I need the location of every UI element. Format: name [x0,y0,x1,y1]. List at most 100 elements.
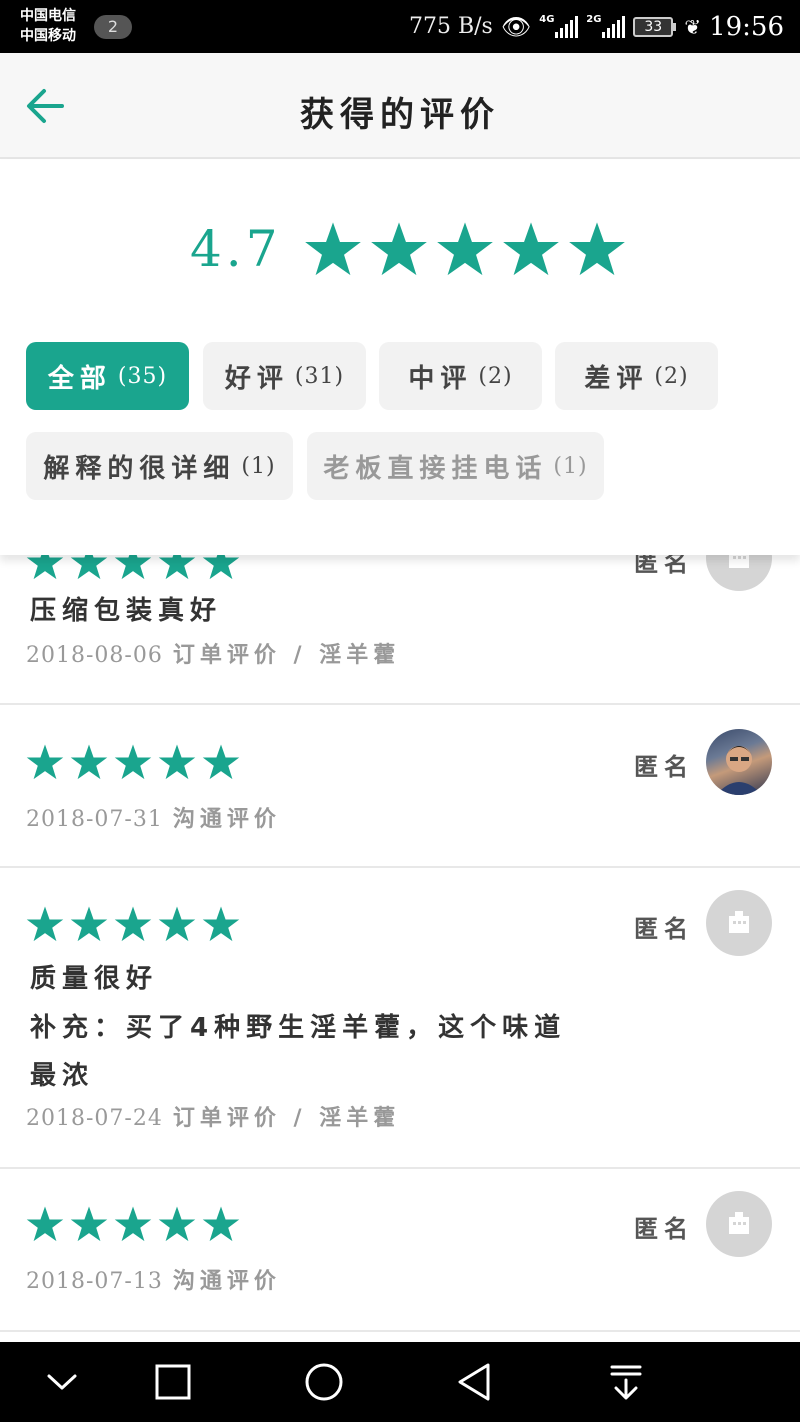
notification-badge: 2 [94,15,132,39]
app-bar: 获得的评价 [0,53,800,159]
star-icon [202,744,240,780]
chip-count: (1) [553,453,588,479]
filter-chip-positive[interactable]: 好评 (31) [203,342,366,410]
reviewer-name: 匿名 [634,915,694,943]
star-icon [202,555,240,580]
chip-label: 解释的很详细 [43,453,236,484]
nav-recent-icon[interactable] [151,1360,195,1404]
avatar-placeholder-icon[interactable] [706,890,772,956]
star-icon [70,906,108,942]
review-stars [26,743,240,781]
chip-label: 好评 [224,363,289,394]
star-icon [158,906,196,942]
review-meta: 2018-07-24 订单评价 / 淫羊藿 [26,1100,400,1132]
signal-2-icon: 2G [586,13,626,38]
review-comment: 压缩包装真好 [30,596,223,626]
rating-stars [304,220,626,278]
filter-chip-all[interactable]: 全部 (35) [26,342,189,410]
review-date: 2018-08-06 [26,643,163,668]
battery-icon: 33 [633,16,677,37]
star-icon [70,555,108,580]
star-icon [202,1206,240,1242]
review-list[interactable]: 匿名 压缩包装真好 2018-08-06 订单评价 / 淫羊藿 匿名 2018-0… [0,555,800,1340]
chip-count: (31) [294,363,345,389]
signal-1-tag: 4G [539,13,555,25]
signal-2-tag: 2G [586,13,602,25]
carrier-info: 中国电信 中国移动 [20,6,76,46]
star-icon [26,906,64,942]
filter-chip-negative[interactable]: 差评 (2) [555,342,718,410]
carrier-1: 中国电信 [20,8,76,24]
leaf-icon: ❦ [684,14,702,39]
review-type: 沟通评价 [172,807,281,832]
chip-count: (35) [117,363,168,389]
review-supplement: 补充：买了4种野生淫羊藿，这个味道最浓 [30,1013,567,1091]
nav-back-icon[interactable] [453,1360,497,1404]
clock: 19:56 [709,11,784,42]
star-icon [114,906,152,942]
eye-comfort-icon: 👁 [500,12,532,41]
star-icon [26,555,64,580]
status-right: 775 B/s 👁 4G 2G 33 ❦ 19:56 [409,0,784,53]
avatar-placeholder-icon[interactable] [706,1191,772,1257]
review-item[interactable]: 匿名 压缩包装真好 2018-08-06 订单评价 / 淫羊藿 [0,555,800,705]
star-icon [114,555,152,580]
chip-count: (1) [241,453,276,479]
review-date: 2018-07-31 [26,807,163,832]
signal-1-icon: 4G [539,13,579,38]
review-type: 订单评价 / 淫羊藿 [172,1106,401,1131]
review-item[interactable]: 匿名 质量很好 补充：买了4种野生淫羊藿，这个味道最浓 2018-07-24 订单… [0,868,800,1169]
star-icon [70,744,108,780]
star-icon [158,1206,196,1242]
reviewer-name: 匿名 [634,753,694,781]
review-item[interactable]: 匿名 2018-07-31 沟通评价 [0,705,800,868]
review-meta: 2018-08-06 订单评价 / 淫羊藿 [26,637,400,669]
star-icon [114,1206,152,1242]
star-icon [158,555,196,580]
status-bar: 中国电信 中国移动 2 775 B/s 👁 4G 2G 33 ❦ 19:56 [0,0,800,53]
star-icon [370,222,427,276]
carrier-2: 中国移动 [20,28,76,44]
star-icon [304,222,361,276]
chip-label: 老板直接挂电话 [323,453,548,484]
filter-chip-neutral[interactable]: 中评 (2) [379,342,542,410]
star-icon [26,744,64,780]
nav-home-icon[interactable] [302,1360,346,1404]
star-icon [158,744,196,780]
star-icon [70,1206,108,1242]
rating-score: 4.7 [190,220,282,278]
chip-label: 中评 [408,363,473,394]
page-title: 获得的评价 [300,95,500,135]
star-icon [502,222,559,276]
filter-chip-detailed-explanation[interactable]: 解释的很详细 (1) [26,432,293,500]
chip-count: (2) [478,363,513,389]
review-type: 订单评价 / 淫羊藿 [172,643,401,668]
filter-chip-hung-up[interactable]: 老板直接挂电话 (1) [307,432,604,500]
review-stars [26,1205,240,1243]
net-speed: 775 B/s [408,14,493,39]
chip-label: 全部 [47,363,112,394]
avatar-placeholder-icon[interactable] [706,555,772,591]
star-icon [568,222,625,276]
star-icon [436,222,493,276]
system-nav-bar [0,1342,800,1422]
review-type: 沟通评价 [172,1269,281,1294]
overall-rating: 4.7 [190,220,626,278]
nav-collapse-icon[interactable] [40,1360,84,1404]
review-stars [26,555,240,581]
battery-level: 33 [633,16,674,37]
review-item[interactable]: 匿名 2018-07-13 沟通评价 [0,1169,800,1332]
nav-notification-icon[interactable] [604,1360,648,1404]
chip-count: (2) [654,363,689,389]
avatar[interactable] [706,729,772,795]
chip-label: 差评 [584,363,649,394]
reviewer-name: 匿名 [634,1215,694,1243]
review-comment: 质量很好 [30,964,159,994]
review-meta: 2018-07-31 沟通评价 [26,801,281,833]
review-stars [26,905,240,943]
star-icon [114,744,152,780]
star-icon [26,1206,64,1242]
review-meta: 2018-07-13 沟通评价 [26,1263,281,1295]
review-date: 2018-07-24 [26,1106,163,1131]
reviewer-name: 匿名 [634,555,694,577]
